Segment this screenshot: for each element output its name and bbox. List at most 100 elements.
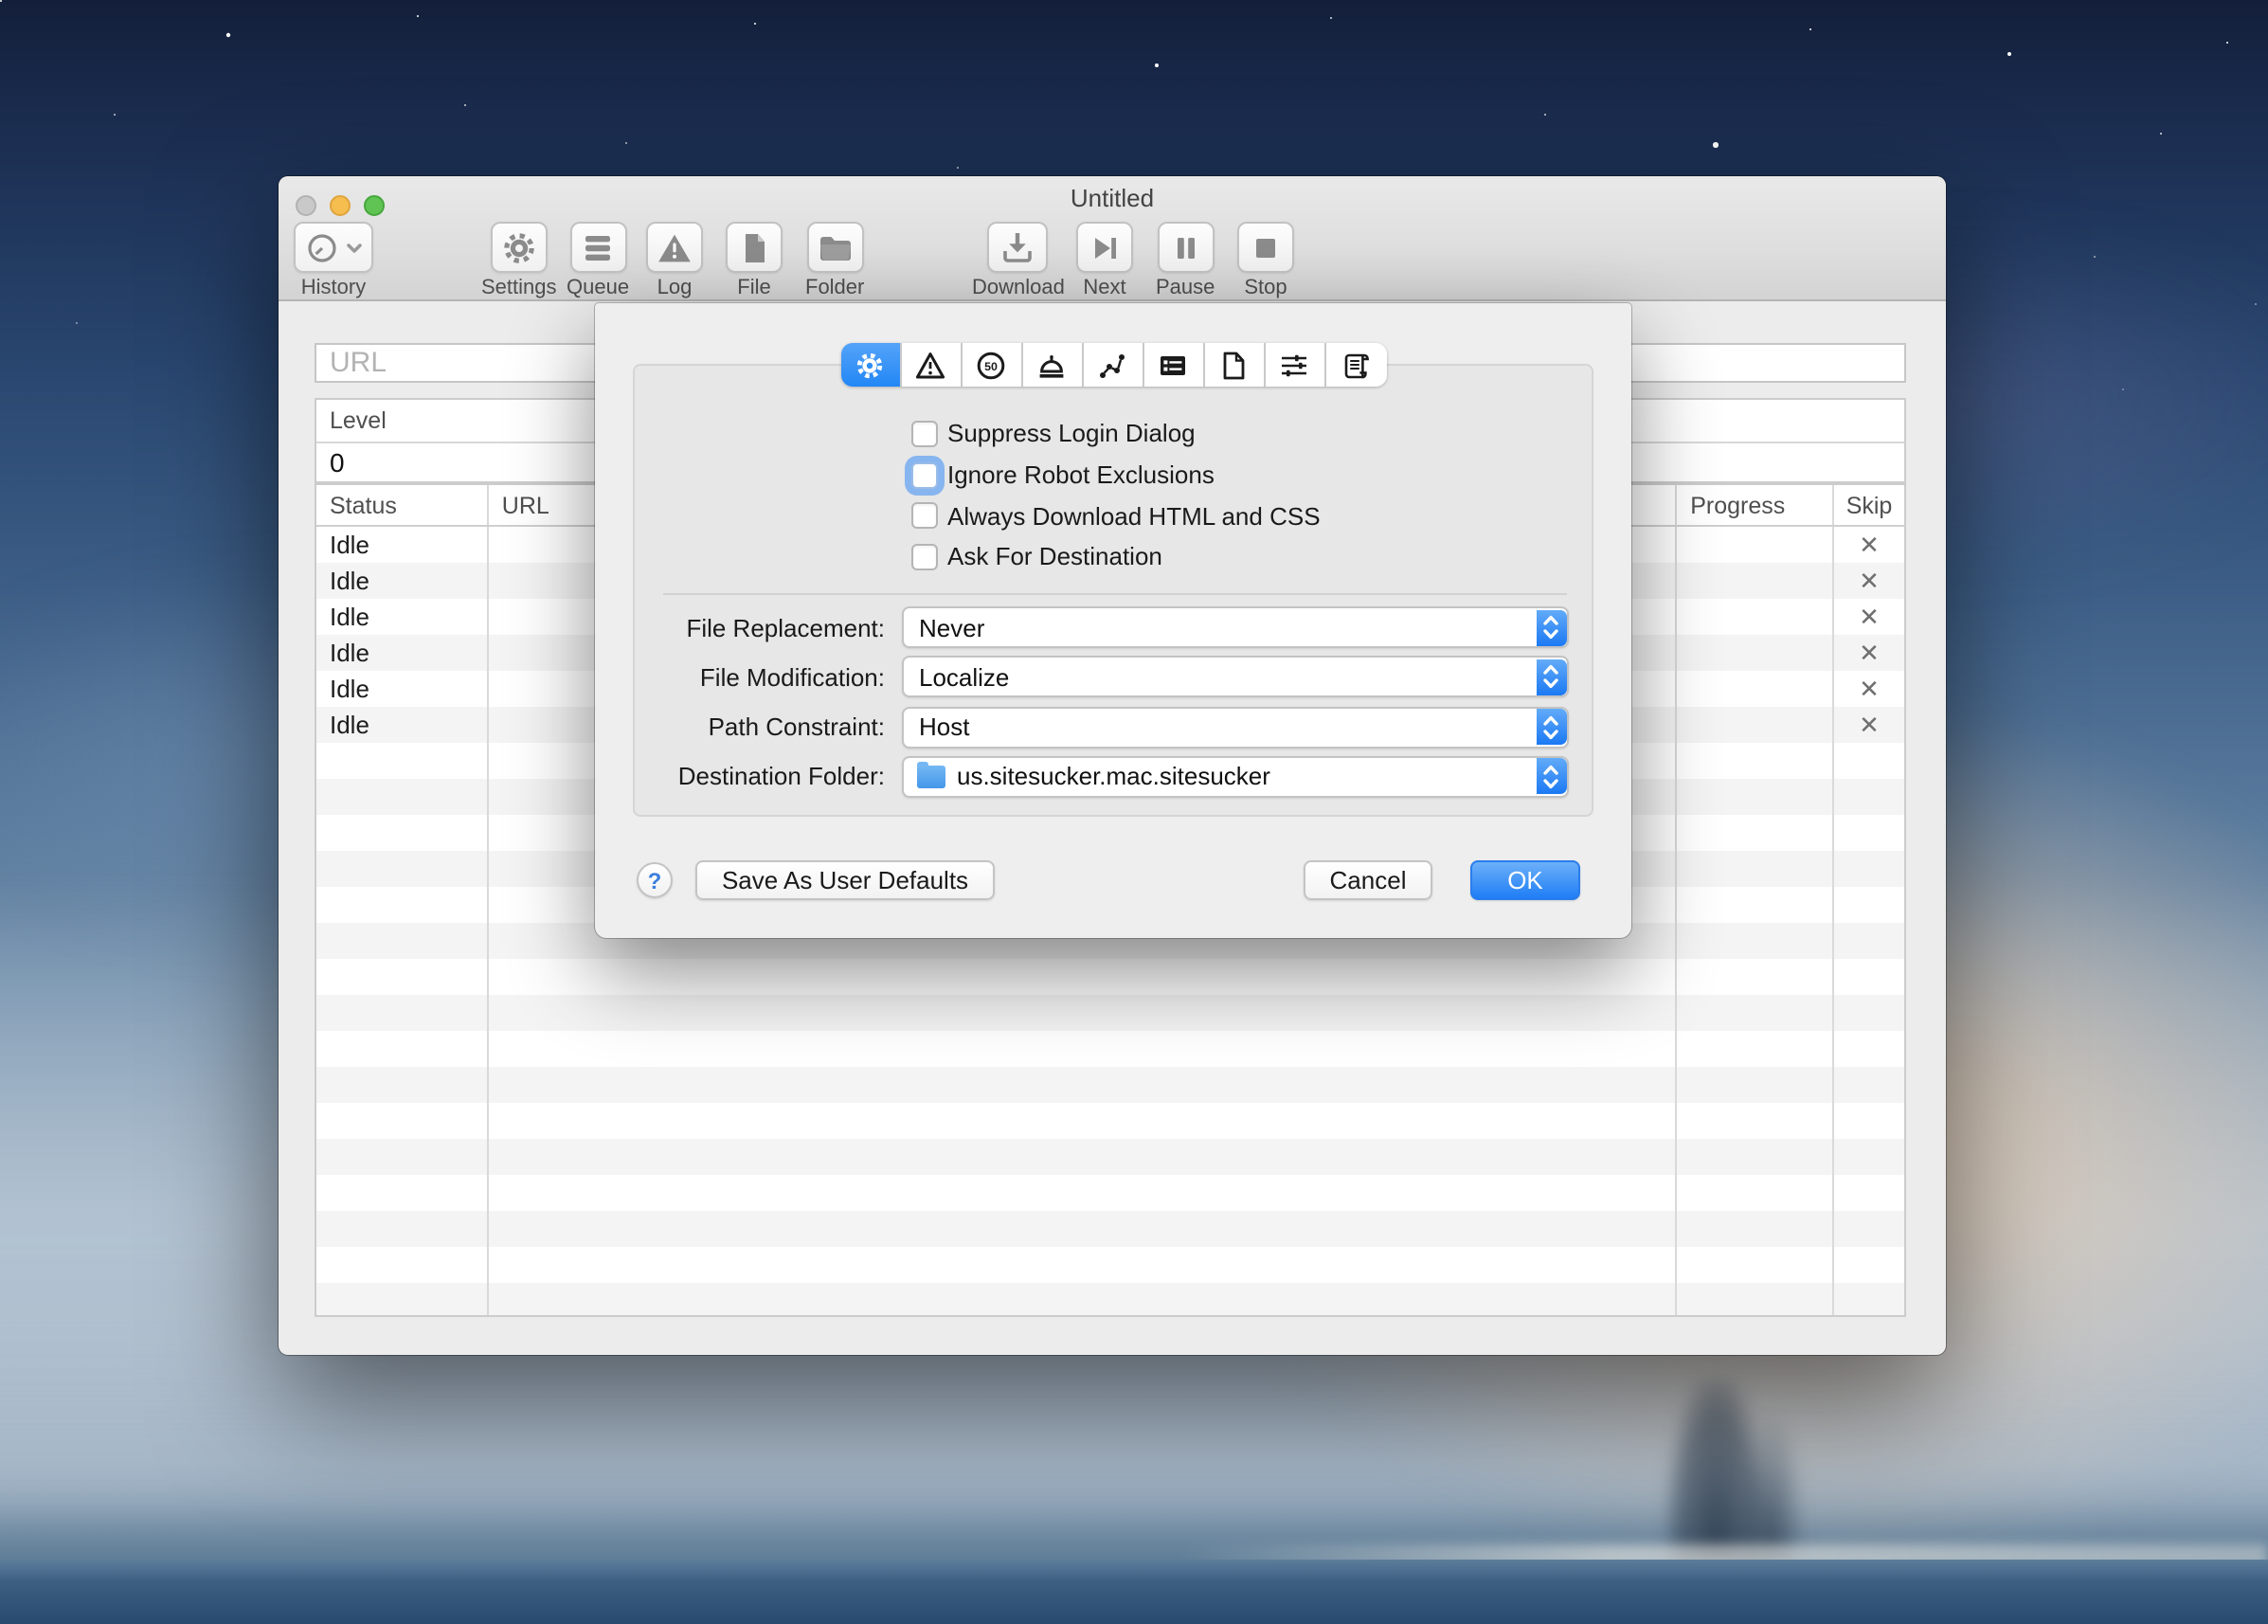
tab-log[interactable]: [1325, 343, 1386, 387]
skip-x-icon[interactable]: ✕: [1859, 566, 1880, 596]
skip-x-icon[interactable]: ✕: [1859, 530, 1880, 560]
help-button[interactable]: ?: [637, 862, 673, 898]
tab-advanced[interactable]: [1265, 343, 1325, 387]
save-as-user-defaults-button[interactable]: Save As User Defaults: [695, 860, 995, 900]
queue-row: [316, 1211, 1904, 1247]
status-cell: Idle: [316, 671, 489, 707]
status-cell: [316, 1139, 489, 1175]
tab-paths[interactable]: [1083, 343, 1143, 387]
ask-for-destination-checkbox[interactable]: [911, 544, 938, 570]
skip-cell: ✕: [1834, 635, 1904, 671]
queue-row: [316, 1175, 1904, 1211]
destination-folder-popup[interactable]: us.sitesucker.mac.sitesucker: [902, 756, 1569, 798]
progress-cell: [1677, 959, 1834, 995]
next-button[interactable]: [1076, 222, 1133, 273]
status-cell: Idle: [316, 707, 489, 743]
progress-cell: [1677, 1031, 1834, 1067]
status-cell: [316, 815, 489, 851]
progress-cell: [1677, 887, 1834, 923]
pause-button[interactable]: [1157, 222, 1214, 273]
progress-cell: [1677, 707, 1834, 743]
settings-panel: Suppress Login Dialog Ignore Robot Exclu…: [633, 364, 1593, 817]
stars: [0, 0, 2, 2]
ignore-robot-exclusions-checkbox[interactable]: [911, 461, 938, 488]
path-constraint-popup[interactable]: Host: [902, 706, 1569, 748]
progress-cell: [1677, 923, 1834, 959]
ok-button[interactable]: OK: [1470, 860, 1580, 900]
tab-general[interactable]: [840, 343, 901, 387]
progress-cell: [1677, 779, 1834, 815]
toolbar-item-next: Next: [1076, 222, 1133, 299]
checkbox-row: Ask For Destination: [911, 536, 1321, 577]
progress-cell: [1677, 851, 1834, 887]
status-cell: [316, 995, 489, 1031]
skip-cell: [1834, 959, 1904, 995]
sea: [0, 1560, 2268, 1624]
suppress-login-dialog-checkbox[interactable]: [911, 421, 938, 447]
toolbar-item-folder: Folder: [805, 222, 864, 299]
sheet-button-row: ? Save As User Defaults Cancel OK: [595, 860, 1631, 902]
tab-limits[interactable]: 50: [962, 343, 1022, 387]
skip-x-icon[interactable]: ✕: [1859, 602, 1880, 632]
stop-button[interactable]: [1237, 222, 1294, 273]
popup-value: us.sitesucker.mac.sitesucker: [957, 763, 1270, 791]
skip-cell: [1834, 743, 1904, 779]
popup-stepper-icon: [1536, 609, 1566, 645]
settings-button[interactable]: [491, 222, 548, 273]
skip-x-icon[interactable]: ✕: [1859, 638, 1880, 668]
tab-warnings[interactable]: [901, 343, 962, 387]
tab-webforms[interactable]: [1143, 343, 1204, 387]
queue-button[interactable]: [569, 222, 626, 273]
skip-cell: ✕: [1834, 563, 1904, 599]
status-cell: [316, 923, 489, 959]
queue-row: [316, 1247, 1904, 1283]
skip-x-icon[interactable]: ✕: [1859, 674, 1880, 704]
history-button[interactable]: [294, 222, 373, 273]
progress-cell: [1677, 743, 1834, 779]
form-icon: [1158, 350, 1188, 380]
progress-cell: [1677, 1103, 1834, 1139]
checkbox-label: Ask For Destination: [947, 543, 1162, 571]
url-cell: [489, 1211, 1677, 1247]
status-cell: [316, 1103, 489, 1139]
column-header-status[interactable]: Status: [316, 485, 489, 525]
skip-cell: [1834, 995, 1904, 1031]
path-icon: [1097, 350, 1127, 380]
url-cell: [489, 1283, 1677, 1317]
url-cell: [489, 995, 1677, 1031]
skip-cell: [1834, 1031, 1904, 1067]
svg-text:50: 50: [984, 359, 998, 372]
status-cell: [316, 1247, 489, 1283]
progress-cell: [1677, 1211, 1834, 1247]
file-button[interactable]: [726, 222, 783, 273]
progress-cell: [1677, 563, 1834, 599]
tab-file-types[interactable]: [1204, 343, 1265, 387]
url-cell: [489, 1067, 1677, 1103]
toolbar-item-history: History: [294, 222, 373, 299]
skip-x-icon[interactable]: ✕: [1859, 710, 1880, 740]
status-cell: Idle: [316, 527, 489, 563]
log-button[interactable]: [646, 222, 703, 273]
queue-row: [316, 1103, 1904, 1139]
file-modification-popup[interactable]: Localize: [902, 657, 1569, 698]
status-cell: [316, 1067, 489, 1103]
url-cell: [489, 1103, 1677, 1139]
file-replacement-popup[interactable]: Never: [902, 606, 1569, 648]
download-icon: [999, 229, 1037, 265]
column-header-progress[interactable]: Progress: [1677, 485, 1834, 525]
skip-cell: [1834, 1211, 1904, 1247]
column-header-skip[interactable]: Skip: [1834, 485, 1904, 525]
divider: [663, 593, 1567, 595]
download-button[interactable]: [988, 222, 1049, 273]
settings-sheet: 50: [595, 303, 1631, 938]
cancel-button[interactable]: Cancel: [1304, 860, 1432, 900]
progress-cell: [1677, 995, 1834, 1031]
tab-requests[interactable]: [1022, 343, 1083, 387]
document-icon: [1218, 350, 1249, 380]
status-cell: Idle: [316, 599, 489, 635]
status-cell: [316, 1175, 489, 1211]
folder-button[interactable]: [806, 222, 863, 273]
toolbar-label: History: [301, 277, 366, 299]
rock-silhouette: [1739, 1417, 1804, 1561]
always-download-html-css-checkbox[interactable]: [911, 502, 938, 529]
